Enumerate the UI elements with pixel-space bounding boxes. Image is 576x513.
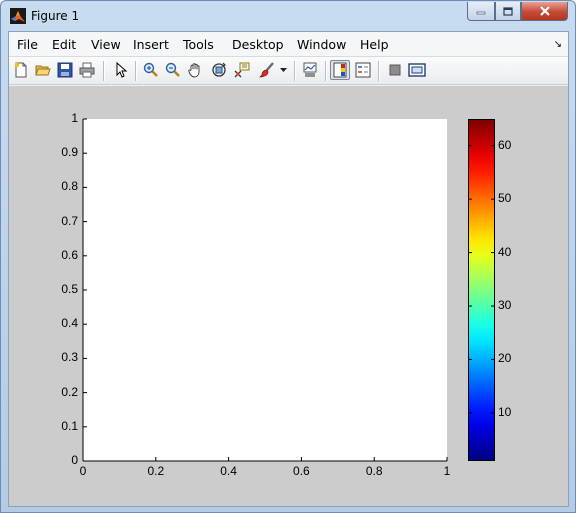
y-tick-label: 1 xyxy=(71,111,78,125)
figure-client-area: File Edit View Insert Tools Desktop Wind… xyxy=(8,31,569,507)
save-disk-icon xyxy=(57,62,73,78)
colorbar-tick-label: 50 xyxy=(498,191,512,206)
open-file-button[interactable] xyxy=(33,60,53,80)
y-tick-label: 0.6 xyxy=(61,247,78,262)
menu-view[interactable]: View xyxy=(91,37,121,52)
hide-plot-tools-icon xyxy=(389,64,401,76)
pan-button[interactable] xyxy=(185,60,205,80)
x-tick-label: 0 xyxy=(79,464,87,478)
close-icon xyxy=(539,6,550,16)
colorbar-icon xyxy=(333,62,347,78)
zoom-in-button[interactable] xyxy=(141,60,161,80)
menu-window[interactable]: Window xyxy=(297,37,346,52)
edit-plot-button[interactable] xyxy=(111,60,131,80)
link-plot-button[interactable] xyxy=(300,60,320,80)
figure-canvas: 0 0.1 0.2 0.3 0.4 0.5 0.6 0.7 0.8 0.9 1 0 0.2 0.4 0.6… xyxy=(9,86,568,506)
new-file-icon xyxy=(14,62,27,78)
data-cursor-icon xyxy=(234,62,250,78)
menu-help[interactable]: Help xyxy=(360,37,389,52)
y-tick-label: 0.8 xyxy=(61,179,78,194)
colorbar-tick-label: 10 xyxy=(498,404,512,419)
menu-tools[interactable]: Tools xyxy=(183,37,214,52)
rotate-3d-button[interactable] xyxy=(209,60,229,80)
y-tick-label: 0.1 xyxy=(61,418,78,433)
brush-button[interactable] xyxy=(257,60,277,80)
save-button[interactable] xyxy=(55,60,75,80)
figure-window: Figure 1 File Edit View Insert Tools Des… xyxy=(0,0,576,513)
brush-dropdown-button[interactable] xyxy=(277,60,289,80)
colorbar-tick-label: 20 xyxy=(498,351,512,366)
zoom-out-button[interactable] xyxy=(163,60,183,80)
x-tick-label: 0.2 xyxy=(147,464,165,478)
print-button[interactable] xyxy=(77,60,97,80)
minimize-button[interactable] xyxy=(467,2,495,21)
colorbar-tick-label: 40 xyxy=(498,244,512,259)
x-tick-label: 0.4 xyxy=(220,464,237,478)
insert-colorbar-button[interactable] xyxy=(330,60,350,80)
hand-pan-icon xyxy=(188,63,200,78)
window-title: Figure 1 xyxy=(31,9,80,23)
matlab-logo-icon xyxy=(10,8,26,24)
minimize-icon xyxy=(476,11,486,15)
menu-bar: File Edit View Insert Tools Desktop Wind… xyxy=(9,32,568,56)
menu-desktop[interactable]: Desktop xyxy=(232,37,284,52)
zoom-out-icon xyxy=(165,62,180,77)
y-tick-label: 0.5 xyxy=(61,282,78,296)
show-plot-tools-icon xyxy=(408,63,426,77)
show-plot-tools-button[interactable] xyxy=(407,60,427,80)
chevron-down-icon xyxy=(279,67,287,72)
dock-arrow-icon[interactable]: ↘ xyxy=(554,39,562,50)
link-plot-icon xyxy=(303,62,317,77)
colorbar-tick-label: 60 xyxy=(498,137,512,152)
menu-insert[interactable]: Insert xyxy=(133,37,169,52)
insert-legend-button[interactable] xyxy=(353,60,373,80)
y-tick-label: 0.3 xyxy=(61,350,78,365)
maximize-button[interactable] xyxy=(495,2,521,21)
arrow-pointer-icon xyxy=(116,62,128,78)
y-tick-label: 0.2 xyxy=(61,384,78,399)
menu-edit[interactable]: Edit xyxy=(52,37,76,52)
title-bar[interactable]: Figure 1 xyxy=(1,1,575,31)
x-tick-label: 1 xyxy=(443,464,451,478)
rotate-3d-icon xyxy=(212,62,227,77)
y-tick-label: 0 xyxy=(71,453,78,467)
new-figure-button[interactable] xyxy=(11,60,31,80)
colorbar-tick-label: 30 xyxy=(498,298,512,313)
y-tick-label: 0.4 xyxy=(61,316,78,331)
x-tick-label: 0.6 xyxy=(293,464,310,478)
x-tick-label: 0.8 xyxy=(365,464,383,478)
printer-icon xyxy=(79,62,95,78)
menu-file[interactable]: File xyxy=(17,37,38,52)
axes-ticks xyxy=(82,118,448,462)
open-folder-icon xyxy=(35,65,51,76)
data-cursor-button[interactable] xyxy=(232,60,252,80)
plot-axes[interactable] xyxy=(82,118,448,462)
y-tick-label: 0.7 xyxy=(61,213,78,228)
close-button[interactable] xyxy=(521,2,568,21)
figure-toolbar xyxy=(9,56,568,85)
legend-icon xyxy=(355,62,371,78)
hide-plot-tools-button[interactable] xyxy=(385,60,405,80)
maximize-icon xyxy=(503,6,513,16)
zoom-in-icon xyxy=(143,62,158,77)
brush-icon xyxy=(259,62,274,78)
y-tick-label: 0.9 xyxy=(61,145,78,160)
